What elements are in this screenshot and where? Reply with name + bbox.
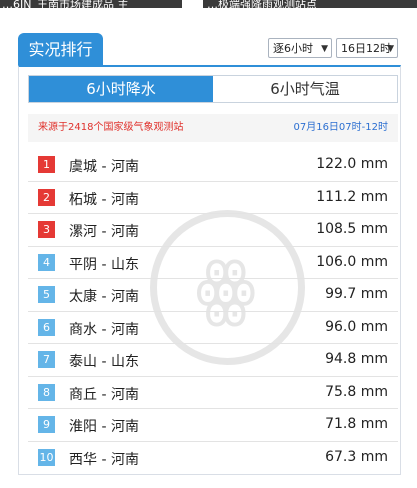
precipitation-value: 122.0 mm — [316, 156, 388, 172]
time-select-value: 16日12时 — [341, 42, 391, 55]
rank-badge: 3 — [38, 221, 55, 238]
station-name: 淮阳 - 河南 — [69, 419, 139, 435]
rank-badge: 10 — [38, 448, 55, 466]
list-item[interactable]: 7 泰山 - 山东 94.8 mm — [28, 344, 398, 377]
precipitation-value: 94.8 mm — [325, 351, 388, 367]
station-name: 平阴 - 山东 — [69, 256, 139, 273]
precipitation-value: 71.8 mm — [325, 416, 388, 432]
chevron-down-icon: ▼ — [387, 44, 394, 54]
precipitation-value: 108.5 mm — [316, 221, 388, 237]
top-strip-right-text: …极端强降雨观测站点 — [207, 0, 317, 11]
rank-badge: 9 — [38, 416, 55, 433]
precipitation-value: 111.2 mm — [316, 188, 388, 205]
rank-badge: 5 — [38, 286, 55, 303]
top-strip-left-banner[interactable]: …6JN_王南市场建成品 主 — [0, 0, 182, 11]
rank-badge: 1 — [38, 156, 55, 173]
list-item[interactable]: 1 虞城 - 河南 122.0 mm — [28, 149, 398, 182]
list-item[interactable]: 6 商水 - 河南 96.0 mm — [28, 312, 398, 344]
rank-badge: 7 — [38, 351, 55, 368]
list-item[interactable]: 10 西华 - 河南 67.3 mm — [28, 442, 398, 474]
list-item[interactable]: 2 柘城 - 河南 111.2 mm — [28, 182, 398, 214]
station-name: 泰山 - 山东 — [69, 354, 139, 370]
section-title-tab: 实况排行 — [18, 33, 103, 66]
station-name: 虞城 - 河南 — [69, 159, 139, 175]
list-item[interactable]: 3 漯河 - 河南 108.5 mm — [28, 214, 398, 247]
precipitation-value: 96.0 mm — [325, 318, 388, 335]
tab-6h-precipitation[interactable]: 6小时降水 — [29, 76, 213, 102]
source-bar: 来源于2418个国家级气象观测站 07月16日07时-12时 — [28, 114, 398, 142]
station-name: 柘城 - 河南 — [69, 191, 139, 208]
station-name: 西华 - 河南 — [69, 451, 139, 468]
list-item[interactable]: 9 淮阳 - 河南 71.8 mm — [28, 409, 398, 442]
interval-select[interactable]: 逐6小时 ▼ — [268, 38, 332, 58]
rank-badge: 6 — [38, 318, 55, 336]
station-name: 商水 - 河南 — [69, 321, 139, 338]
precipitation-value: 106.0 mm — [316, 253, 388, 270]
rank-badge: 8 — [38, 383, 55, 401]
time-range: 07月16日07时-12时 — [293, 122, 388, 133]
rank-badge: 2 — [38, 188, 55, 206]
list-item[interactable]: 4 平阴 - 山东 106.0 mm — [28, 247, 398, 279]
rank-badge: 4 — [38, 253, 55, 271]
station-name: 漯河 - 河南 — [69, 224, 139, 240]
top-strip-right-banner[interactable]: …极端强降雨观测站点 — [203, 0, 417, 11]
ranking-list: 1 虞城 - 河南 122.0 mm 2 柘城 - 河南 111.2 mm 3 … — [28, 149, 398, 473]
chevron-down-icon: ▼ — [321, 44, 328, 54]
station-name: 太康 - 河南 — [69, 289, 139, 305]
precipitation-value: 67.3 mm — [325, 448, 388, 465]
time-select[interactable]: 16日12时 ▼ — [336, 38, 398, 58]
list-item[interactable]: 5 太康 - 河南 99.7 mm — [28, 279, 398, 312]
precipitation-value: 99.7 mm — [325, 286, 388, 302]
ranking-tabs: 6小时降水 6小时气温 — [28, 75, 398, 103]
top-image-strip: …6JN_王南市场建成品 主 …极端强降雨观测站点 — [0, 0, 417, 11]
top-strip-left-text: …6JN_王南市场建成品 主 — [2, 0, 129, 11]
list-item[interactable]: 8 商丘 - 河南 75.8 mm — [28, 377, 398, 409]
station-name: 商丘 - 河南 — [69, 386, 139, 403]
interval-select-value: 逐6小时 — [273, 42, 313, 55]
source-description: 来源于2418个国家级气象观测站 — [38, 122, 184, 133]
tab-6h-temperature[interactable]: 6小时气温 — [213, 76, 397, 102]
precipitation-value: 75.8 mm — [325, 383, 388, 400]
